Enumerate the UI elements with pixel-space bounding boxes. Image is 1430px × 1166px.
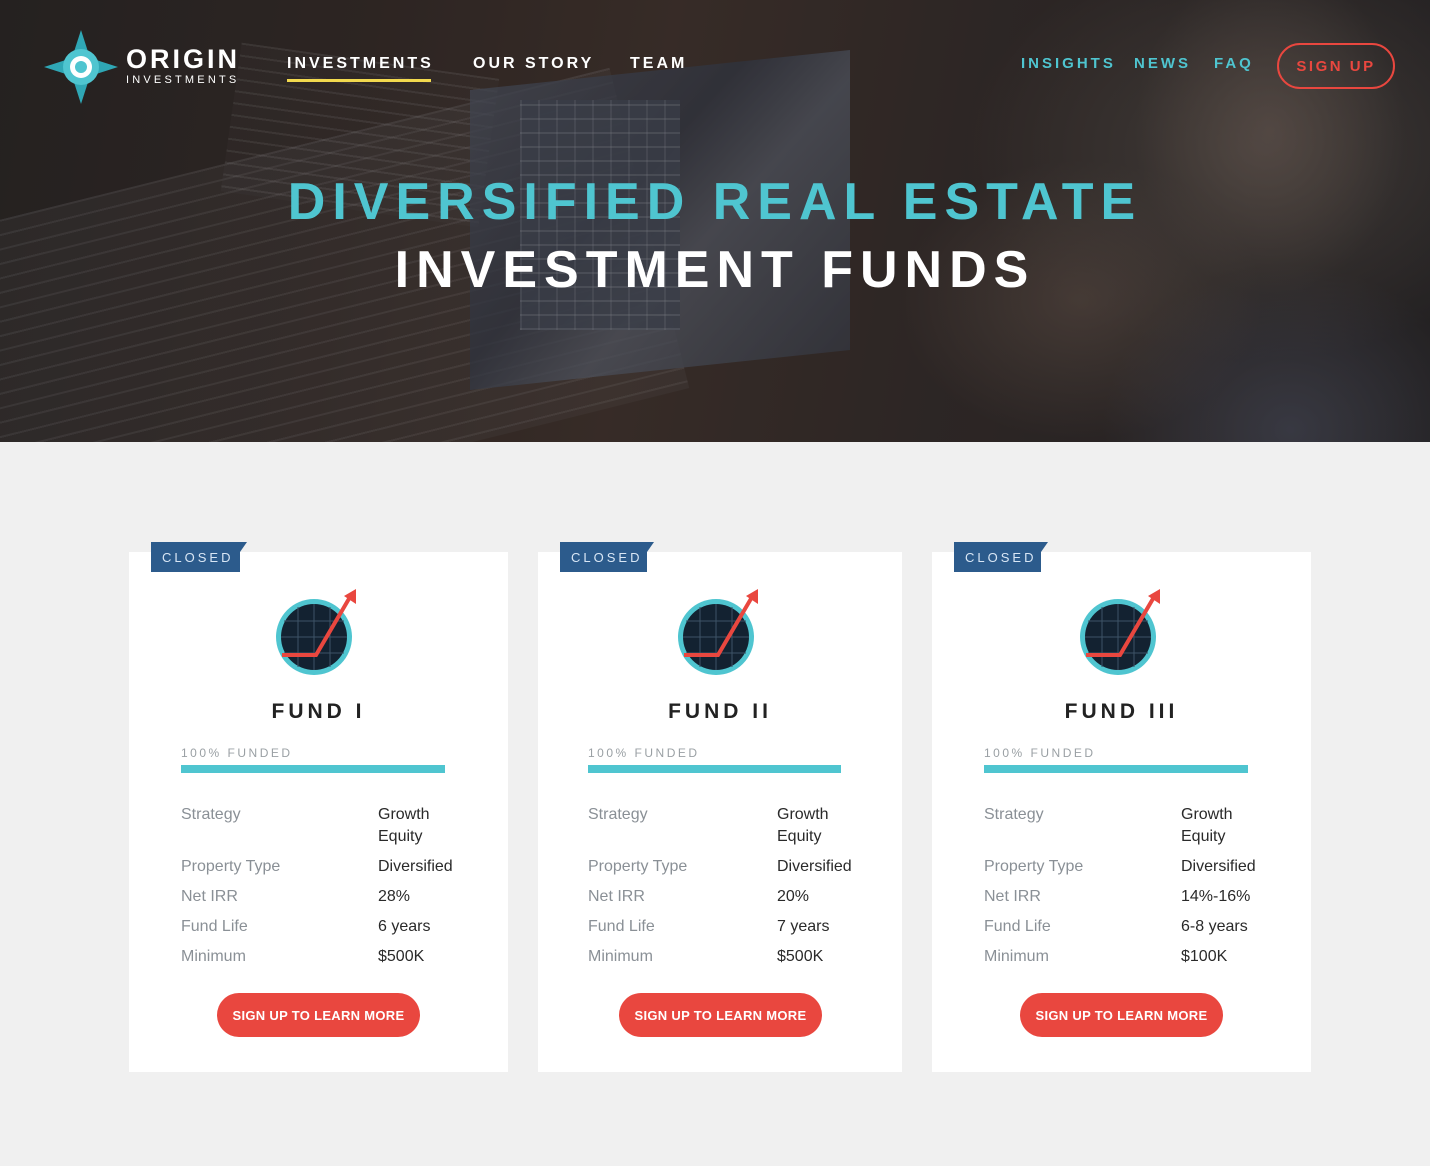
fund-card: CLOSED FUND II 100% FUNDED Strategy Growt… [538,542,902,1072]
nav-team[interactable]: TEAM [630,55,687,73]
spec-row: Minimum $100K [984,948,1228,965]
funded-label: 100% FUNDED [181,746,293,760]
nav-faq[interactable]: FAQ [1214,55,1254,72]
hero-title-line1: DIVERSIFIED REAL ESTATE [287,173,1143,231]
nav-insights[interactable]: INSIGHTS [1021,55,1116,72]
funding-progress-bar [181,765,445,773]
hero-title-line2: INVESTMENT FUNDS [394,241,1036,299]
spec-row: Fund Life 7 years [588,918,830,935]
spec-row: Property Type Diversified [984,858,1256,875]
spec-row: Minimum $500K [181,948,425,965]
fund-card: CLOSED FUND I 100% FUNDED Strategy Growth… [129,542,508,1072]
status-badge: CLOSED [954,542,1048,572]
nav-investments[interactable]: INVESTMENTS [287,55,434,82]
fund-name: FUND II [668,700,772,723]
brand-logo[interactable]: ORIGIN INVESTMENTS [44,30,244,104]
nav-news[interactable]: NEWS [1134,55,1191,72]
spec-row: Strategy Growth Equity [181,806,430,845]
hero-banner: ORIGIN INVESTMENTS INVESTMENTS OUR STORY… [0,0,1430,442]
learn-more-button[interactable]: SIGN UP TO LEARN MORE [619,993,822,1037]
growth-chart-icon [276,589,356,675]
sign-up-button[interactable]: SIGN UP [1277,43,1395,89]
status-badge: CLOSED [560,542,654,572]
fund-specs: Strategy Growth Equity Property Type Diver… [984,804,1281,976]
fund-specs: Strategy Growth Equity Property Type Diver… [181,804,478,976]
brand-name: ORIGIN [126,44,241,74]
fund-card: CLOSED FUND III 100% FUNDED Strategy Grow… [932,542,1311,1072]
learn-more-button[interactable]: SIGN UP TO LEARN MORE [217,993,420,1037]
top-navigation: ORIGIN INVESTMENTS INVESTMENTS OUR STORY… [0,0,1430,130]
funding-progress-bar [588,765,841,773]
fund-name: FUND I [271,700,366,723]
spec-row: Property Type Diversified [588,858,852,875]
brand-subtitle: INVESTMENTS [126,74,240,86]
learn-more-button[interactable]: SIGN UP TO LEARN MORE [1020,993,1223,1037]
status-badge: CLOSED [151,542,247,572]
spec-row: Net IRR 20% [588,888,810,905]
spec-row: Minimum $500K [588,948,824,965]
spec-row: Property Type Diversified [181,858,453,875]
growth-chart-icon [678,589,758,675]
funding-progress-bar [984,765,1248,773]
fund-name: FUND III [1064,700,1179,723]
spec-row: Strategy Growth Equity [588,806,829,845]
fund-specs: Strategy Growth Equity Property Type Diver… [588,804,877,976]
compass-star-icon [44,30,118,104]
funded-label: 100% FUNDED [588,746,700,760]
nav-our-story[interactable]: OUR STORY [473,55,594,73]
spec-row: Net IRR 14%-16% [984,888,1251,905]
funded-label: 100% FUNDED [984,746,1096,760]
spec-row: Fund Life 6 years [181,918,431,935]
spec-row: Strategy Growth Equity [984,806,1233,845]
spec-row: Net IRR 28% [181,888,411,905]
spec-row: Fund Life 6-8 years [984,918,1248,935]
growth-chart-icon [1080,589,1160,675]
